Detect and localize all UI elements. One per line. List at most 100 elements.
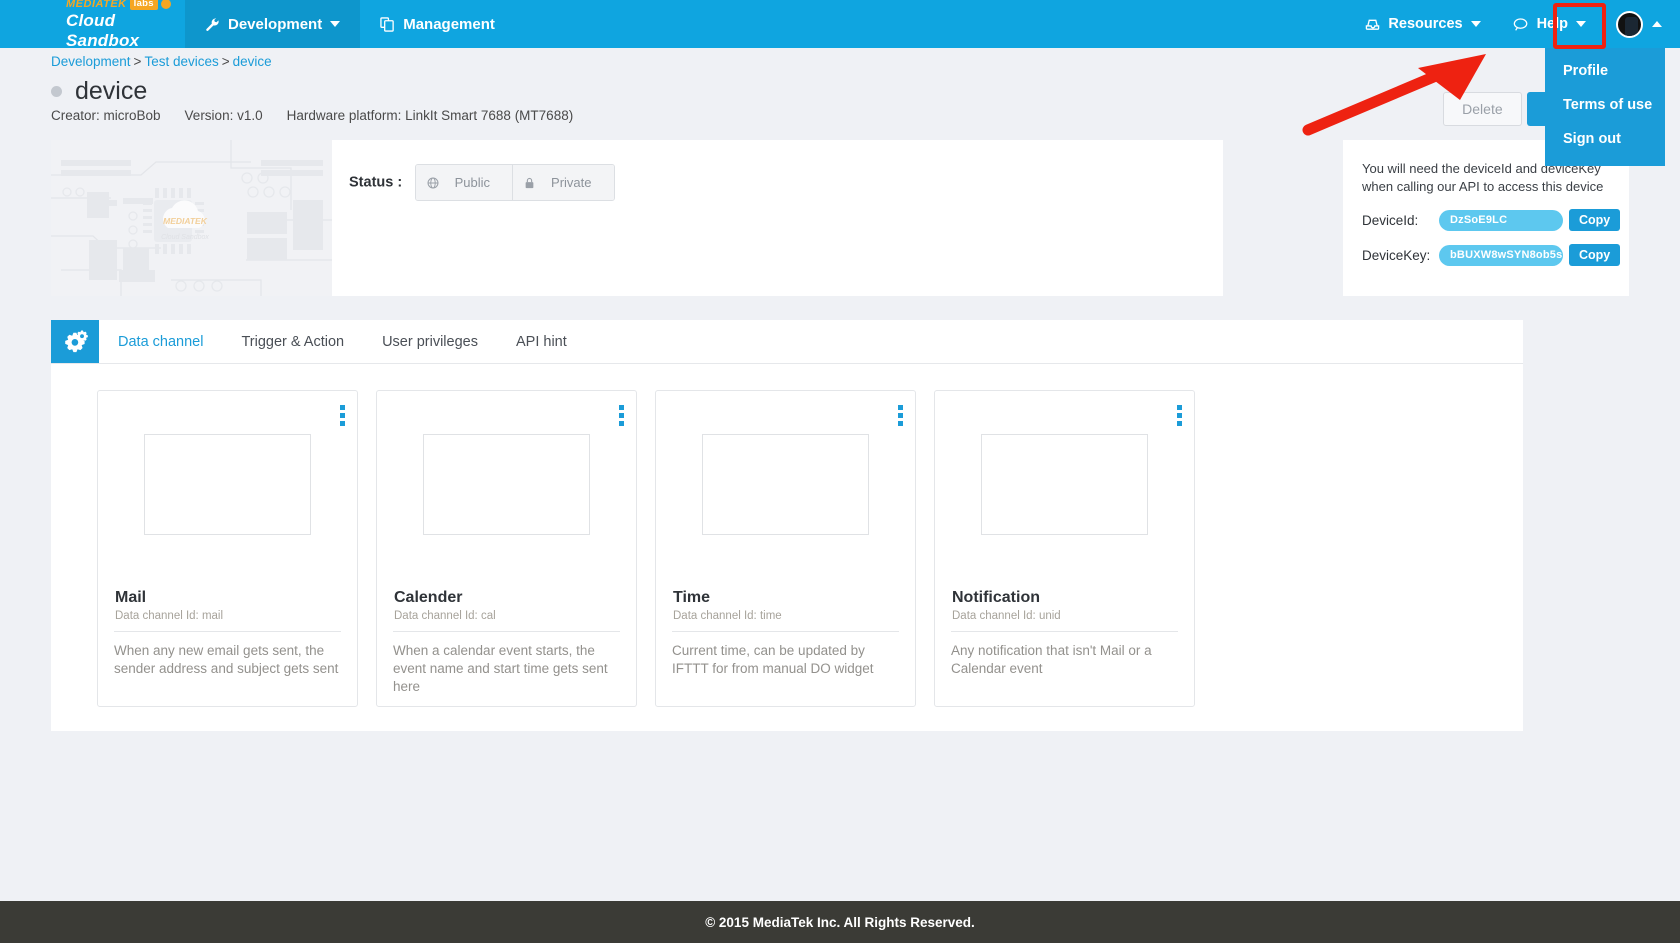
device-id-row: DeviceId: DzSoE9LC Copy xyxy=(1362,209,1629,231)
device-status-panel: MEDIATEK Cloud Sandbox Status : Public P… xyxy=(51,140,1223,296)
card-description: Current time, can be updated by IFTTT fo… xyxy=(672,643,874,676)
brand-mediatek-text: MEDIATEK xyxy=(66,0,127,10)
visibility-toggle-group: Public Private xyxy=(414,164,615,201)
visibility-option-private-label: Private xyxy=(540,170,603,195)
card-image-placeholder xyxy=(981,434,1148,535)
device-key-label: DeviceKey: xyxy=(1362,247,1431,263)
chevron-down-icon xyxy=(1576,21,1586,27)
nav-item-help[interactable]: Help xyxy=(1497,0,1602,48)
breadcrumb: Development > Test devices > device xyxy=(51,54,272,69)
data-channel-card[interactable]: Calender Data channel Id: cal When a cal… xyxy=(376,390,637,707)
visibility-option-public[interactable]: Public xyxy=(415,165,513,200)
card-menu-button[interactable] xyxy=(898,405,903,426)
card-channel-id: Data channel Id: mail xyxy=(115,610,224,622)
card-menu-button[interactable] xyxy=(619,405,624,426)
card-image-placeholder xyxy=(144,434,311,535)
device-id-value[interactable]: DzSoE9LC xyxy=(1439,209,1563,231)
nav-label-help: Help xyxy=(1536,16,1568,32)
page-footer: © 2015 MediaTek Inc. All Rights Reserved… xyxy=(0,901,1680,943)
svg-text:Cloud Sandbox: Cloud Sandbox xyxy=(161,234,209,241)
tab-api-hint[interactable]: API hint xyxy=(497,320,586,363)
card-image-placeholder xyxy=(423,434,590,535)
globe-icon xyxy=(427,177,439,188)
card-title: Mail xyxy=(115,589,147,606)
wrench-icon xyxy=(206,17,219,31)
visibility-option-public-label: Public xyxy=(443,170,502,195)
copy-device-id-button[interactable]: Copy xyxy=(1569,209,1621,231)
tab-gear-badge xyxy=(51,320,99,363)
card-channel-id: Data channel Id: unid xyxy=(952,610,1061,622)
nav-item-development[interactable]: Development xyxy=(185,0,361,48)
menu-item-sign-out[interactable]: Sign out xyxy=(1545,122,1665,156)
data-channel-card-list: Mail Data channel Id: mail When any new … xyxy=(51,364,1523,731)
card-description: When a calendar event starts, the event … xyxy=(393,643,608,694)
user-dropdown-menu: Profile Terms of use Sign out xyxy=(1545,48,1665,166)
brand-labs-tag: labs xyxy=(129,0,158,10)
tab-trigger-action[interactable]: Trigger & Action xyxy=(222,320,363,363)
app-page: MEDIATEK labs Cloud Sandbox Development … xyxy=(0,0,1680,943)
tab-user-privileges[interactable]: User privileges xyxy=(363,320,497,363)
card-description: Any notification that isn't Mail or a Ca… xyxy=(951,643,1152,676)
device-key-row: DeviceKey: bBUXW8wSYN8ob5sU Copy xyxy=(1362,244,1629,266)
copy-icon xyxy=(380,16,394,32)
meta-creator: Creator: microBob xyxy=(51,108,161,123)
brand-labs-row: MEDIATEK labs xyxy=(66,0,185,10)
menu-item-profile[interactable]: Profile xyxy=(1545,54,1665,88)
nav-label-resources: Resources xyxy=(1388,16,1463,32)
svg-text:MEDIATEK: MEDIATEK xyxy=(163,216,208,226)
data-channel-card[interactable]: Notification Data channel Id: unid Any n… xyxy=(934,390,1195,707)
credentials-hint-line2: when calling our API to access this devi… xyxy=(1362,179,1604,194)
nav-item-resources[interactable]: Resources xyxy=(1349,0,1496,48)
card-channel-id: Data channel Id: cal xyxy=(394,610,496,622)
card-title: Calender xyxy=(394,589,463,606)
chevron-up-icon xyxy=(1652,21,1662,27)
chevron-down-icon xyxy=(330,21,341,27)
card-menu-button[interactable] xyxy=(340,405,345,426)
breadcrumb-item-test-devices[interactable]: Test devices xyxy=(144,54,218,69)
card-image-placeholder xyxy=(702,434,869,535)
nav-label-development: Development xyxy=(228,15,323,33)
footer-copyright: © 2015 MediaTek Inc. All Rights Reserved… xyxy=(705,914,975,930)
meta-version: Version: v1.0 xyxy=(184,108,263,123)
device-detail-tabs-card: Data channel Trigger & Action User privi… xyxy=(51,320,1523,731)
breadcrumb-item-device[interactable]: device xyxy=(233,54,272,69)
brand-dot-icon xyxy=(160,0,171,9)
avatar xyxy=(1616,10,1643,38)
circuit-board-image: MEDIATEK Cloud Sandbox xyxy=(51,140,332,296)
device-thumbnail: MEDIATEK Cloud Sandbox xyxy=(51,140,332,296)
status-dot-icon xyxy=(51,86,62,97)
page-title-row: device xyxy=(51,77,147,106)
tab-bar: Data channel Trigger & Action User privi… xyxy=(51,320,1523,364)
breadcrumb-separator: > xyxy=(133,54,142,69)
card-title: Notification xyxy=(952,589,1040,606)
status-control: Status : Public Private xyxy=(332,140,1223,296)
nav-right-group: Resources Help xyxy=(1349,0,1680,48)
user-avatar-button[interactable] xyxy=(1602,0,1680,48)
device-meta: Creator: microBob Version: v1.0 Hardware… xyxy=(51,108,573,123)
status-label: Status : xyxy=(349,174,403,191)
copy-device-key-button[interactable]: Copy xyxy=(1569,244,1621,266)
top-navigation-bar: MEDIATEK labs Cloud Sandbox Development … xyxy=(0,0,1680,50)
data-channel-card[interactable]: Mail Data channel Id: mail When any new … xyxy=(97,390,358,707)
delete-button[interactable]: Delete xyxy=(1443,92,1522,126)
inbox-icon xyxy=(1366,19,1380,30)
menu-item-terms-of-use[interactable]: Terms of use xyxy=(1545,88,1665,122)
tab-data-channel[interactable]: Data channel xyxy=(99,320,222,363)
device-id-label: DeviceId: xyxy=(1362,212,1419,228)
device-key-value[interactable]: bBUXW8wSYN8ob5sU xyxy=(1439,244,1570,266)
visibility-option-private[interactable]: Private xyxy=(512,165,614,200)
nav-item-management[interactable]: Management xyxy=(360,0,515,48)
brand-logo[interactable]: MEDIATEK labs Cloud Sandbox xyxy=(0,0,185,50)
page-title: device xyxy=(75,77,148,105)
data-channel-card[interactable]: Time Data channel Id: time Current time,… xyxy=(655,390,916,707)
card-description: When any new email gets sent, the sender… xyxy=(114,643,339,676)
gears-icon xyxy=(65,329,88,352)
card-menu-button[interactable] xyxy=(1177,405,1182,426)
brand-product-name: Cloud Sandbox xyxy=(66,11,140,50)
card-title: Time xyxy=(673,589,711,606)
breadcrumb-item-development[interactable]: Development xyxy=(51,54,131,69)
lock-icon xyxy=(525,177,534,188)
meta-hardware-platform: Hardware platform: LinkIt Smart 7688 (MT… xyxy=(286,108,574,123)
chat-icon xyxy=(1513,17,1527,31)
device-info-panels: MEDIATEK Cloud Sandbox Status : Public P… xyxy=(51,140,1629,296)
